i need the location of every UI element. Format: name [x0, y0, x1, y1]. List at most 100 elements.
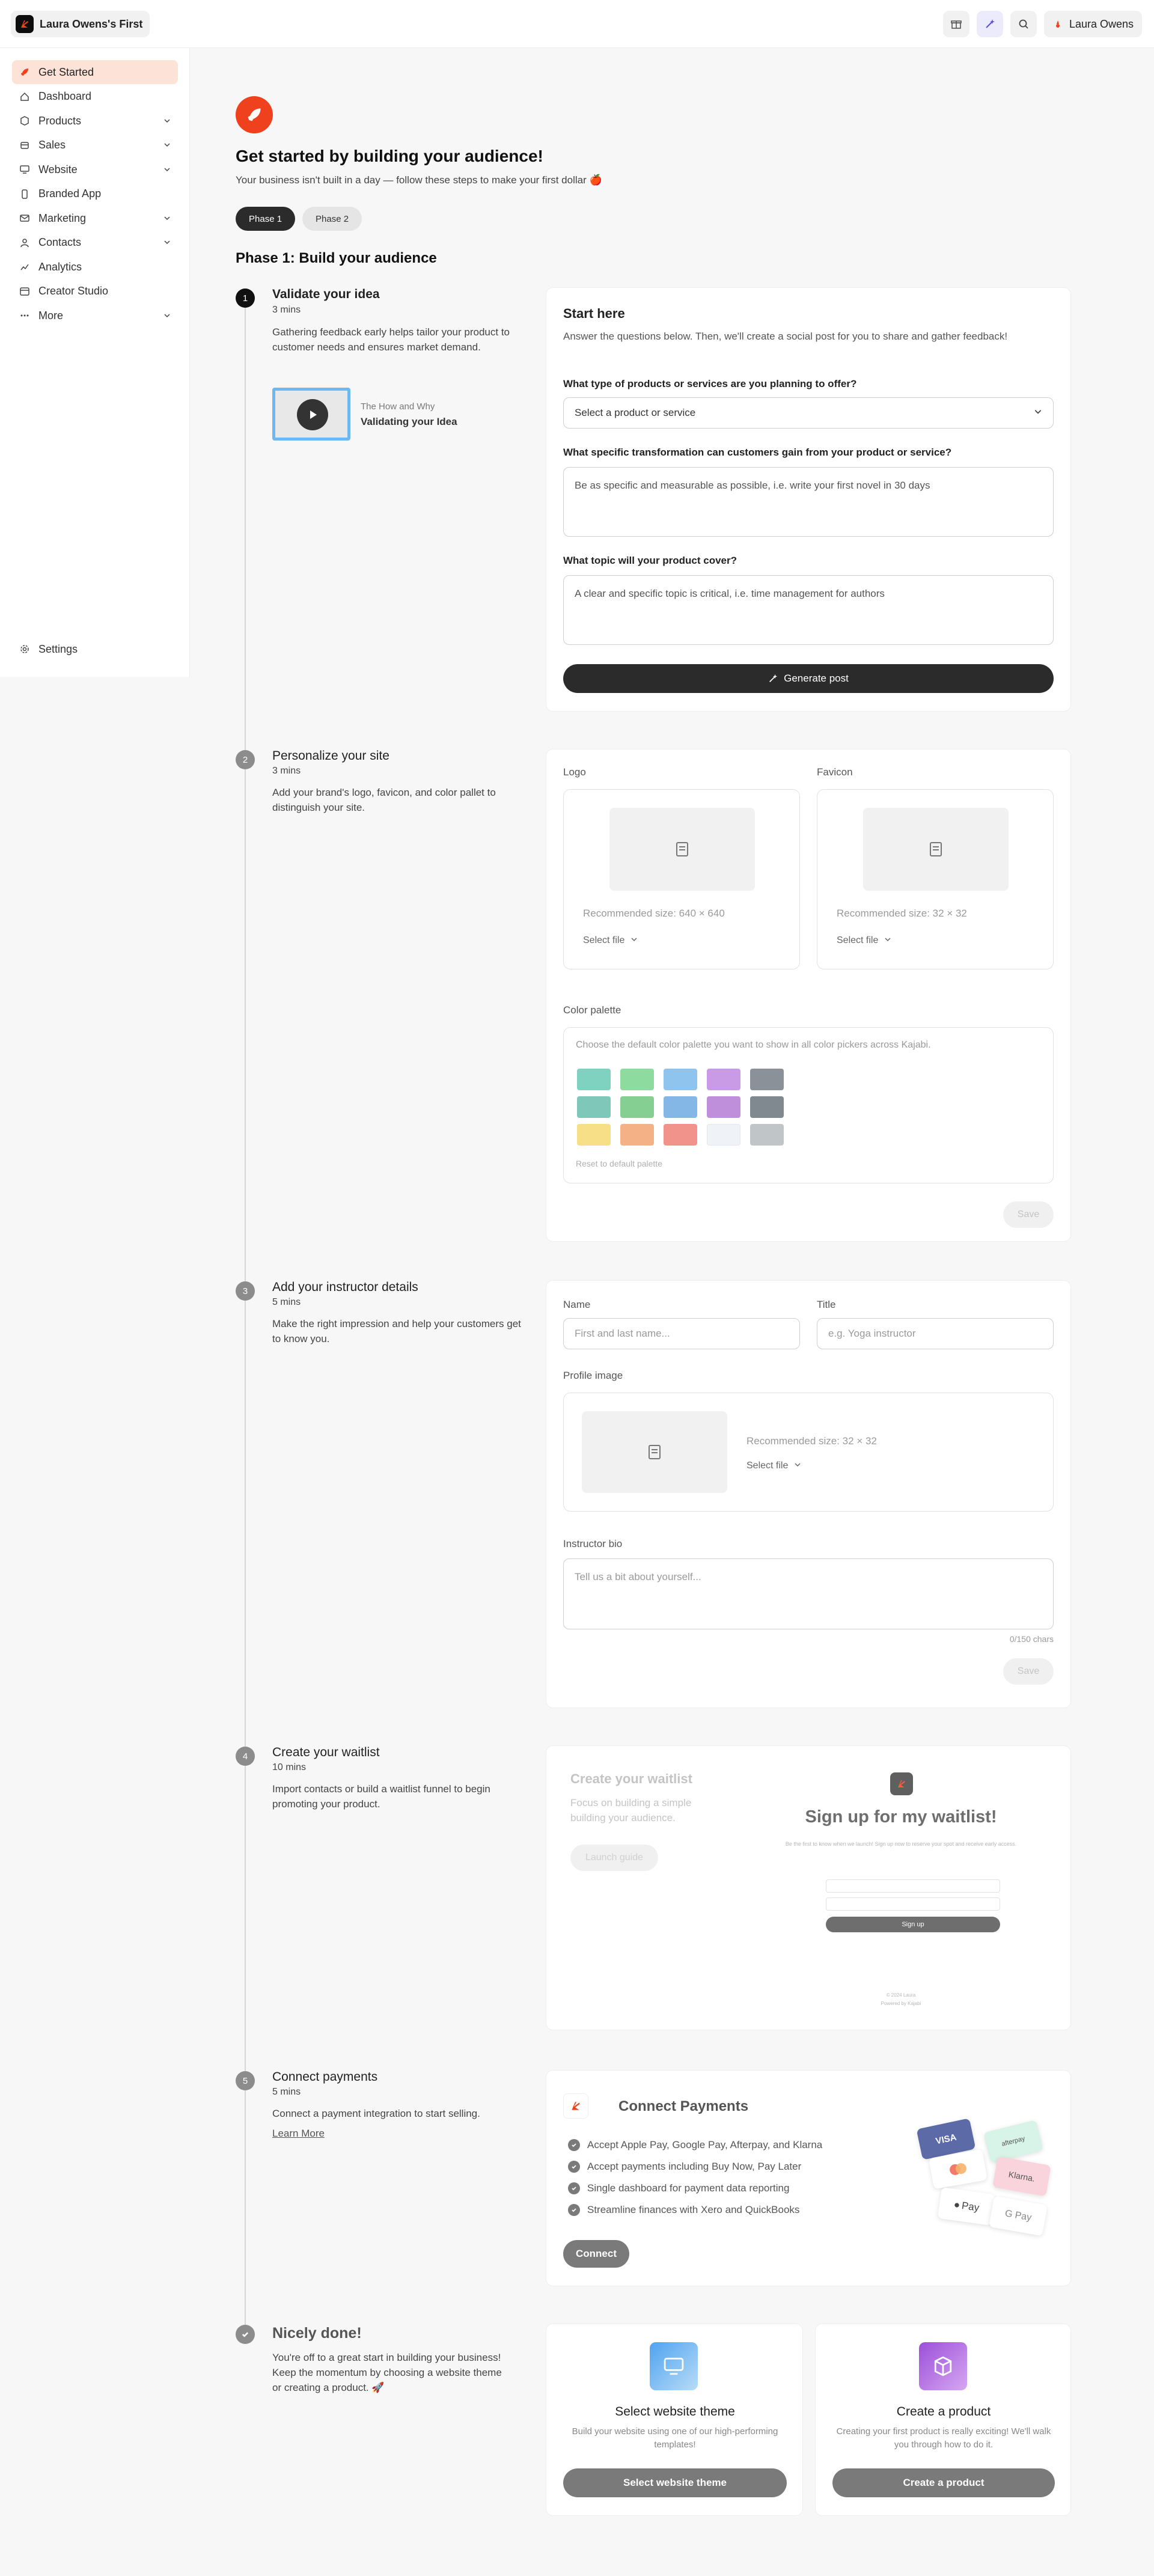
size-hint: Recommended size: 32 × 32: [837, 908, 967, 919]
user-menu[interactable]: Laura Owens: [1043, 11, 1142, 37]
step-description: You're off to a great start in building …: [272, 2352, 502, 2393]
color-swatch[interactable]: [577, 1124, 611, 1146]
color-swatch[interactable]: [577, 1096, 611, 1118]
sidebar-item-label: More: [38, 309, 64, 322]
step-description: Add your brand's logo, favicon, and colo…: [272, 787, 496, 813]
generate-post-button[interactable]: Generate post: [563, 664, 1054, 693]
reset-palette-link[interactable]: Reset to default palette: [576, 1159, 662, 1168]
color-swatch[interactable]: [707, 1124, 740, 1146]
mail-icon: [19, 213, 30, 224]
color-swatch[interactable]: [750, 1096, 784, 1118]
dashboard-icon: [19, 91, 30, 102]
check-icon: [568, 2139, 580, 2151]
color-swatch[interactable]: [664, 1069, 697, 1090]
select-theme-button[interactable]: Select website theme: [563, 2468, 787, 2497]
sidebar-item-analytics[interactable]: Analytics: [12, 255, 178, 279]
save-button[interactable]: Save: [1003, 1201, 1054, 1228]
play-icon: [297, 399, 328, 430]
sidebar-item-creator-studio[interactable]: Creator Studio: [12, 279, 178, 304]
avatar: [1055, 20, 1060, 28]
color-swatch[interactable]: [750, 1069, 784, 1090]
logo-upload: Recommended size: 640 × 640 Select file: [563, 789, 800, 969]
sidebar-item-marketing[interactable]: Marketing: [12, 206, 178, 230]
size-hint: Recommended size: 32 × 32: [746, 1435, 877, 1447]
connect-button[interactable]: Connect: [563, 2240, 629, 2268]
transformation-textarea[interactable]: Be as specific and measurable as possibl…: [563, 467, 1054, 537]
tab-phase-2[interactable]: Phase 2: [302, 207, 362, 231]
select-file-button[interactable]: Select file: [837, 935, 891, 946]
color-swatch[interactable]: [707, 1096, 740, 1118]
tab-phase-1[interactable]: Phase 1: [236, 207, 296, 231]
question-label: What specific transformation can custome…: [563, 447, 952, 458]
feature-text: Streamline finances with Xero and QuickB…: [587, 2204, 800, 2215]
color-swatch[interactable]: [620, 1096, 654, 1118]
sidebar-item-contacts[interactable]: Contacts: [12, 231, 178, 255]
color-swatch[interactable]: [664, 1124, 697, 1146]
select-file-button[interactable]: Select file: [583, 935, 638, 946]
color-swatch[interactable]: [577, 1069, 611, 1090]
color-swatch[interactable]: [750, 1124, 784, 1146]
rocket-icon: [236, 96, 273, 133]
page-title: Get started by building your audience!: [236, 147, 543, 165]
search-button[interactable]: [1010, 11, 1037, 37]
sidebar-item-products[interactable]: Products: [12, 109, 178, 133]
topic-textarea[interactable]: A clear and specific topic is critical, …: [563, 575, 1054, 645]
step-description: Gathering feedback early helps tailor yo…: [272, 326, 510, 353]
color-swatch[interactable]: [664, 1096, 697, 1118]
title-input[interactable]: e.g. Yoga instructor: [817, 1318, 1054, 1349]
video-thumbnail[interactable]: [272, 388, 350, 441]
ai-assist-button[interactable]: [976, 11, 1003, 37]
save-button[interactable]: Save: [1003, 1658, 1054, 1685]
gift-button[interactable]: [942, 11, 969, 37]
site-switcher[interactable]: Laura Owens's First: [11, 11, 150, 37]
product-type-select[interactable]: Select a product or service: [563, 397, 1054, 429]
title-label: Title: [817, 1299, 836, 1310]
check-icon: [568, 2204, 580, 2216]
create-product-button[interactable]: Create a product: [832, 2468, 1055, 2497]
sidebar-item-more[interactable]: More: [12, 304, 178, 328]
name-input[interactable]: First and last name...: [563, 1318, 800, 1349]
sidebar-item-label: Marketing: [38, 212, 87, 224]
profile-placeholder[interactable]: [582, 1411, 727, 1493]
feature-text: Accept payments including Buy Now, Pay L…: [587, 2161, 802, 2172]
video-title[interactable]: Validating your Idea: [361, 416, 457, 428]
bio-label: Instructor bio: [563, 1538, 623, 1549]
select-file-button[interactable]: Select file: [746, 1460, 801, 1471]
color-swatch[interactable]: [620, 1124, 654, 1146]
color-swatch[interactable]: [707, 1069, 740, 1090]
user-name: Laura Owens: [1069, 17, 1134, 30]
favicon-upload: Recommended size: 32 × 32 Select file: [817, 789, 1054, 969]
bio-textarea[interactable]: Tell us a bit about yourself...: [563, 1558, 1054, 1629]
sidebar-nav: Get Started Dashboard Products Sales Web…: [12, 60, 178, 328]
logo-placeholder[interactable]: [609, 808, 755, 891]
sidebar-item-website[interactable]: Website: [12, 157, 178, 182]
klarna-card: Klarna.: [992, 2156, 1051, 2197]
chevron-down-icon: [163, 163, 171, 176]
chevron-down-icon: [794, 1460, 801, 1471]
sidebar-item-label: Analytics: [38, 260, 82, 273]
sidebar-item-dashboard[interactable]: Dashboard: [12, 85, 178, 109]
favicon-placeholder[interactable]: [863, 808, 1009, 891]
chevron-down-icon: [163, 236, 171, 249]
sidebar-item-sales[interactable]: Sales: [12, 133, 178, 157]
size-hint: Recommended size: 640 × 640: [583, 908, 725, 919]
phase-tabs: Phase 1 Phase 2: [236, 207, 362, 231]
sidebar-item-get-started[interactable]: Get Started: [12, 60, 178, 84]
card-title: Create a product: [896, 2405, 991, 2419]
step-description: Import contacts or build a waitlist funn…: [272, 1783, 490, 1810]
kajabi-logo-icon: [16, 15, 34, 33]
wand-icon: [986, 19, 995, 28]
launch-guide-button[interactable]: Launch guide: [570, 1845, 658, 1871]
sidebar-item-settings[interactable]: Settings: [12, 637, 178, 661]
instructor-card: Name First and last name... Title e.g. Y…: [546, 1280, 1071, 1708]
sidebar-item-branded-app[interactable]: Branded App: [12, 182, 178, 206]
feature-item: Streamline finances with Xero and QuickB…: [568, 2204, 799, 2216]
favicon-label: Favicon: [817, 766, 853, 778]
button-label: Select file: [746, 1460, 789, 1471]
chart-icon: [19, 261, 30, 272]
video-kicker: The How and Why: [361, 401, 435, 412]
learn-more-link[interactable]: Learn More: [272, 2128, 325, 2140]
color-swatch[interactable]: [620, 1069, 654, 1090]
select-value: Select a product or service: [575, 407, 696, 418]
preview-email-field: [826, 1879, 1000, 1893]
